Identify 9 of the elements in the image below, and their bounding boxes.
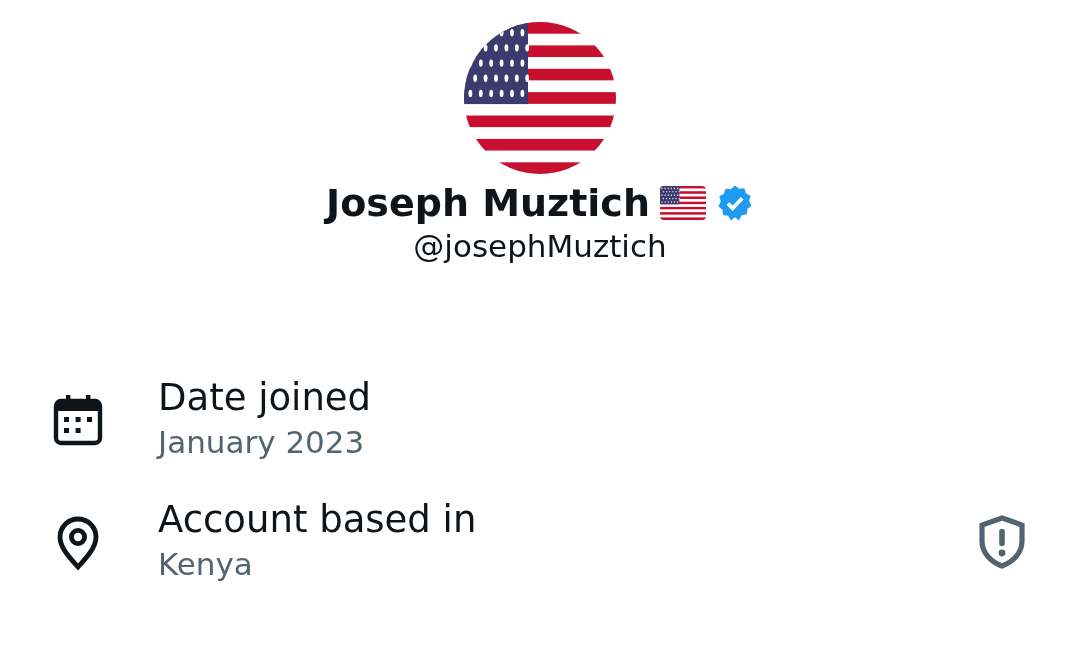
detail-value: January 2023 <box>158 423 366 462</box>
flag-icon <box>659 186 706 220</box>
shield-alert-icon[interactable] <box>976 514 1028 570</box>
profile-handle: @josephMuztich <box>413 227 667 266</box>
profile-name: Joseph Muztich <box>326 180 650 226</box>
detail-label: Date joined <box>158 376 373 420</box>
detail-label: Account based in <box>158 498 478 542</box>
detail-value: Kenya <box>158 545 254 584</box>
calendar-icon <box>52 393 104 447</box>
